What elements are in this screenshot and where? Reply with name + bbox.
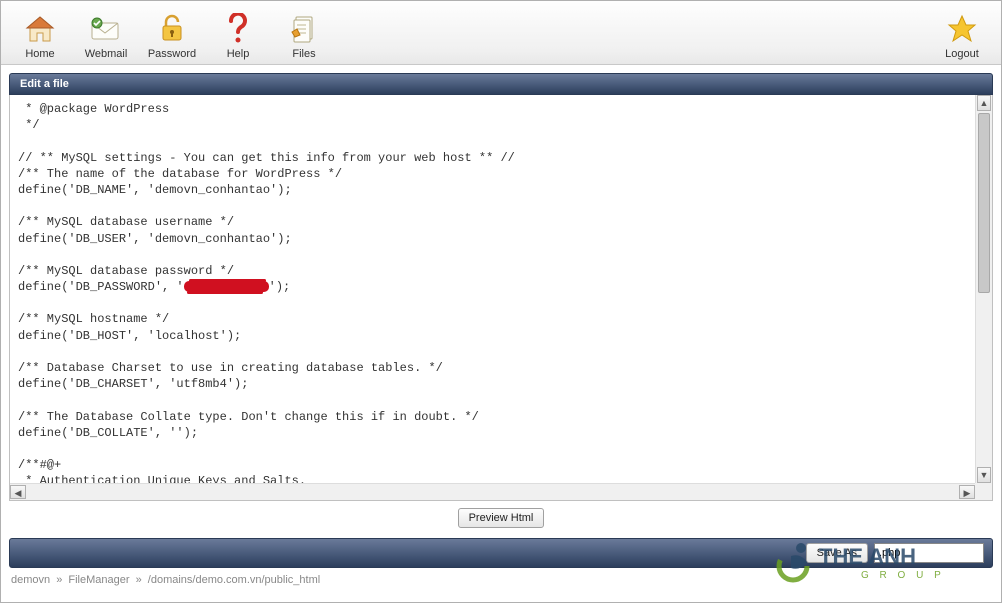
save-as-filename-input[interactable] xyxy=(874,543,984,563)
files-icon xyxy=(271,12,337,46)
redacted-password xyxy=(184,281,269,292)
files-label: Files xyxy=(271,48,337,60)
logout-button[interactable]: Logout xyxy=(929,6,995,60)
password-icon xyxy=(139,12,205,46)
preview-html-button[interactable]: Preview Html xyxy=(458,508,545,528)
help-icon xyxy=(205,12,271,46)
preview-row: Preview Html xyxy=(1,501,1001,538)
help-label: Help xyxy=(205,48,271,60)
scroll-up-button[interactable]: ▲ xyxy=(977,95,991,111)
breadcrumb-path: /domains/demo.com.vn/public_html xyxy=(148,574,320,586)
horizontal-scrollbar[interactable]: ◀ ▶ xyxy=(10,483,975,500)
breadcrumb: demovn » FileManager » /domains/demo.com… xyxy=(1,568,1001,592)
file-editor[interactable]: * @package WordPress */ // ** MySQL sett… xyxy=(9,95,993,501)
scroll-thumb[interactable] xyxy=(978,113,990,293)
scroll-corner xyxy=(975,483,992,500)
vertical-scrollbar[interactable]: ▲ ▼ xyxy=(975,95,992,483)
logout-icon xyxy=(929,12,995,46)
webmail-icon xyxy=(73,12,139,46)
logout-label: Logout xyxy=(929,48,995,60)
breadcrumb-sep: » xyxy=(136,574,142,586)
webmail-button[interactable]: Webmail xyxy=(73,6,139,60)
password-button[interactable]: Password xyxy=(139,6,205,60)
toolbar-right-group: Logout xyxy=(929,6,995,60)
scroll-down-button[interactable]: ▼ xyxy=(977,467,991,483)
files-button[interactable]: Files xyxy=(271,6,337,60)
breadcrumb-user[interactable]: demovn xyxy=(11,574,50,586)
webmail-label: Webmail xyxy=(73,48,139,60)
main-toolbar: Home Webmail Pas xyxy=(1,1,1001,65)
breadcrumb-sep: » xyxy=(56,574,62,586)
bottom-action-bar: Save As xyxy=(9,538,993,568)
password-label: Password xyxy=(139,48,205,60)
home-button[interactable]: Home xyxy=(7,6,73,60)
scroll-left-button[interactable]: ◀ xyxy=(10,485,26,499)
toolbar-left-group: Home Webmail Pas xyxy=(7,6,337,60)
home-label: Home xyxy=(7,48,73,60)
help-button[interactable]: Help xyxy=(205,6,271,60)
panel-title: Edit a file xyxy=(9,73,993,95)
scroll-right-button[interactable]: ▶ xyxy=(959,485,975,499)
save-as-button[interactable]: Save As xyxy=(806,543,868,563)
home-icon xyxy=(7,12,73,46)
breadcrumb-filemanager[interactable]: FileManager xyxy=(68,574,129,586)
file-content[interactable]: * @package WordPress */ // ** MySQL sett… xyxy=(10,95,992,496)
